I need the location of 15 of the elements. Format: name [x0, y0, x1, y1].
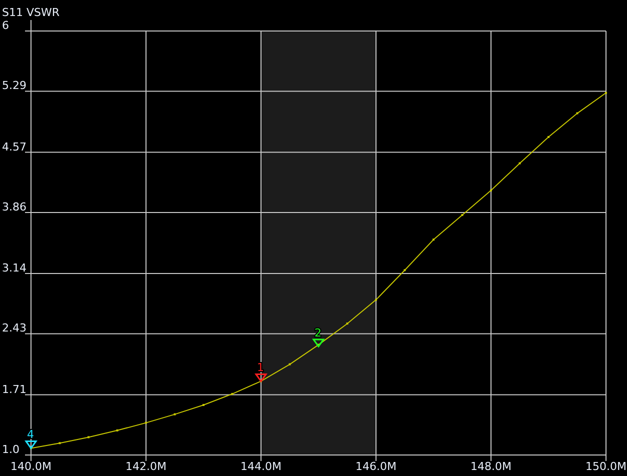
chart-title: S11 VSWR	[2, 6, 60, 19]
x-tick-label: 146.0M	[356, 460, 396, 473]
y-tick-label: 3.86	[2, 200, 26, 214]
x-tick-label: 140.0M	[10, 460, 52, 473]
x-tick-label: 150.0M	[586, 460, 626, 473]
x-tick-label: 148.0M	[470, 460, 512, 473]
y-tick-label: 1.71	[2, 382, 26, 396]
y-tick-label: 5.29	[2, 79, 26, 92]
y-tick-label: 2.43	[2, 322, 26, 335]
y-tick-label: 3.14	[2, 262, 26, 275]
y-tick-label: 6	[2, 19, 9, 32]
x-tick-label: 144.0M	[240, 460, 282, 473]
x-tick-label: 142.0M	[126, 460, 166, 473]
y-tick-label: 1.0	[2, 443, 20, 456]
y-tick-label: 4.57	[2, 140, 26, 154]
